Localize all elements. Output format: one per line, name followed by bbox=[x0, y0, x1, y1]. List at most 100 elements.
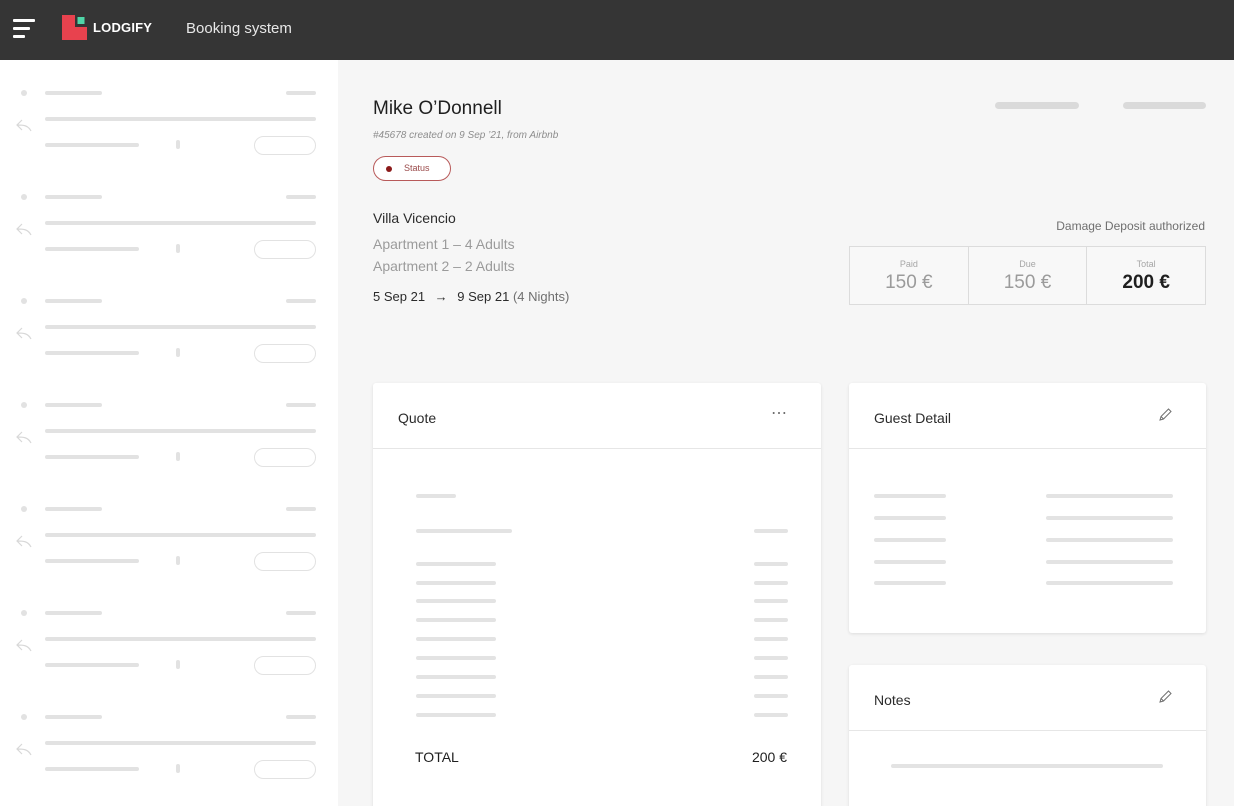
guest-detail-card: Guest Detail bbox=[849, 383, 1206, 633]
placeholder-bar bbox=[286, 715, 316, 719]
placeholder-bar bbox=[45, 299, 102, 303]
guest-field-label bbox=[874, 538, 946, 542]
quote-section-bar bbox=[416, 494, 456, 498]
header-placeholder-bar bbox=[1123, 102, 1206, 109]
placeholder-pill bbox=[254, 344, 316, 363]
placeholder-tick bbox=[176, 556, 180, 565]
deposit-status: Damage Deposit authorized bbox=[1056, 219, 1205, 233]
placeholder-bar bbox=[45, 637, 316, 641]
notes-placeholder-bar bbox=[891, 764, 1163, 768]
due-label: Due bbox=[1019, 259, 1036, 269]
quote-line-amount bbox=[754, 529, 788, 533]
more-horizontal-icon[interactable]: ⋯ bbox=[771, 403, 788, 423]
quote-line-amount bbox=[754, 713, 788, 717]
placeholder-bar bbox=[45, 117, 316, 121]
placeholder-pill bbox=[254, 552, 316, 571]
reply-icon bbox=[16, 327, 32, 340]
total-value: 200 € bbox=[1122, 272, 1170, 293]
booking-list-sidebar bbox=[0, 60, 338, 806]
placeholder-bar bbox=[45, 559, 139, 563]
quote-title: Quote bbox=[398, 410, 437, 426]
quote-line-label bbox=[416, 713, 496, 717]
placeholder-bar bbox=[45, 429, 316, 433]
placeholder-tick bbox=[176, 764, 180, 773]
reply-icon bbox=[16, 535, 32, 548]
placeholder-bar bbox=[45, 663, 139, 667]
guest-field-label bbox=[874, 581, 946, 585]
booking-list-item[interactable] bbox=[0, 610, 338, 700]
header-placeholder-bar bbox=[995, 102, 1079, 109]
pencil-icon[interactable] bbox=[1157, 689, 1173, 705]
quote-line-label bbox=[416, 618, 496, 622]
placeholder-bar bbox=[45, 91, 102, 95]
quote-line-amount bbox=[754, 656, 788, 660]
app-title: Booking system bbox=[186, 20, 292, 37]
guest-field-value bbox=[1046, 581, 1173, 585]
placeholder-pill bbox=[254, 136, 316, 155]
booking-list-item[interactable] bbox=[0, 90, 338, 180]
status-dot-icon bbox=[386, 166, 392, 172]
reply-icon bbox=[16, 119, 32, 132]
status-label: Status bbox=[404, 163, 430, 173]
booking-list-item[interactable] bbox=[0, 194, 338, 284]
guest-field-label bbox=[874, 560, 946, 564]
booking-list-item[interactable] bbox=[0, 714, 338, 804]
guest-detail-title: Guest Detail bbox=[874, 410, 952, 426]
unit-line: Apartment 2 – 2 Adults bbox=[373, 258, 515, 274]
guest-detail-header: Guest Detail bbox=[849, 383, 1206, 449]
booking-list-item[interactable] bbox=[0, 298, 338, 388]
quote-line-label bbox=[416, 656, 496, 660]
quote-line-label bbox=[416, 694, 496, 698]
unread-dot-icon bbox=[21, 298, 27, 304]
lodgify-logo-icon[interactable] bbox=[62, 15, 87, 40]
unread-dot-icon bbox=[21, 610, 27, 616]
check-in-date: 5 Sep 21 bbox=[373, 289, 426, 304]
placeholder-bar bbox=[45, 143, 139, 147]
placeholder-pill bbox=[254, 240, 316, 259]
stay-dates: 5 Sep 21 → 9 Sep 21 (4 Nights) bbox=[373, 289, 569, 304]
payment-summary: Paid 150 € Due 150 € Total 200 € bbox=[849, 246, 1206, 305]
placeholder-bar bbox=[45, 403, 102, 407]
notes-title: Notes bbox=[874, 692, 911, 708]
property-name: Villa Vicencio bbox=[373, 210, 456, 226]
unread-dot-icon bbox=[21, 506, 27, 512]
top-bar: LODGIFY Booking system bbox=[0, 0, 1234, 60]
placeholder-bar bbox=[45, 455, 139, 459]
booking-list-item[interactable] bbox=[0, 402, 338, 492]
pencil-icon[interactable] bbox=[1157, 407, 1173, 423]
quote-line-amount bbox=[754, 675, 788, 679]
placeholder-bar bbox=[45, 351, 139, 355]
guest-field-value bbox=[1046, 516, 1173, 520]
quote-line-amount bbox=[754, 581, 788, 585]
placeholder-bar bbox=[45, 715, 102, 719]
placeholder-bar bbox=[286, 91, 316, 95]
placeholder-bar bbox=[286, 507, 316, 511]
quote-line-label bbox=[416, 599, 496, 603]
booking-meta: #45678 created on 9 Sep ’21, from Airbnb bbox=[373, 130, 559, 141]
booking-list-item[interactable] bbox=[0, 506, 338, 596]
placeholder-bar bbox=[45, 247, 139, 251]
quote-total-label: TOTAL bbox=[415, 749, 459, 765]
paid-value: 150 € bbox=[885, 272, 933, 293]
placeholder-tick bbox=[176, 140, 180, 149]
guest-name: Mike O’Donnell bbox=[373, 98, 502, 119]
unread-dot-icon bbox=[21, 194, 27, 200]
placeholder-bar bbox=[286, 299, 316, 303]
placeholder-bar bbox=[286, 403, 316, 407]
due-value: 150 € bbox=[1003, 272, 1052, 293]
menu-icon[interactable] bbox=[13, 19, 35, 39]
status-badge[interactable]: Status bbox=[373, 156, 451, 181]
check-out-date: 9 Sep 21 bbox=[457, 289, 510, 304]
quote-card: Quote ⋯ TOTAL 200 € bbox=[373, 383, 821, 806]
quote-line-amount bbox=[754, 562, 788, 566]
paid-cell: Paid 150 € bbox=[850, 247, 968, 304]
notes-card: Notes bbox=[849, 665, 1206, 806]
placeholder-tick bbox=[176, 244, 180, 253]
placeholder-bar bbox=[286, 611, 316, 615]
unread-dot-icon bbox=[21, 714, 27, 720]
placeholder-bar bbox=[45, 767, 139, 771]
placeholder-bar bbox=[45, 221, 316, 225]
reply-icon bbox=[16, 743, 32, 756]
guest-field-value bbox=[1046, 494, 1173, 498]
quote-line-label bbox=[416, 637, 496, 641]
